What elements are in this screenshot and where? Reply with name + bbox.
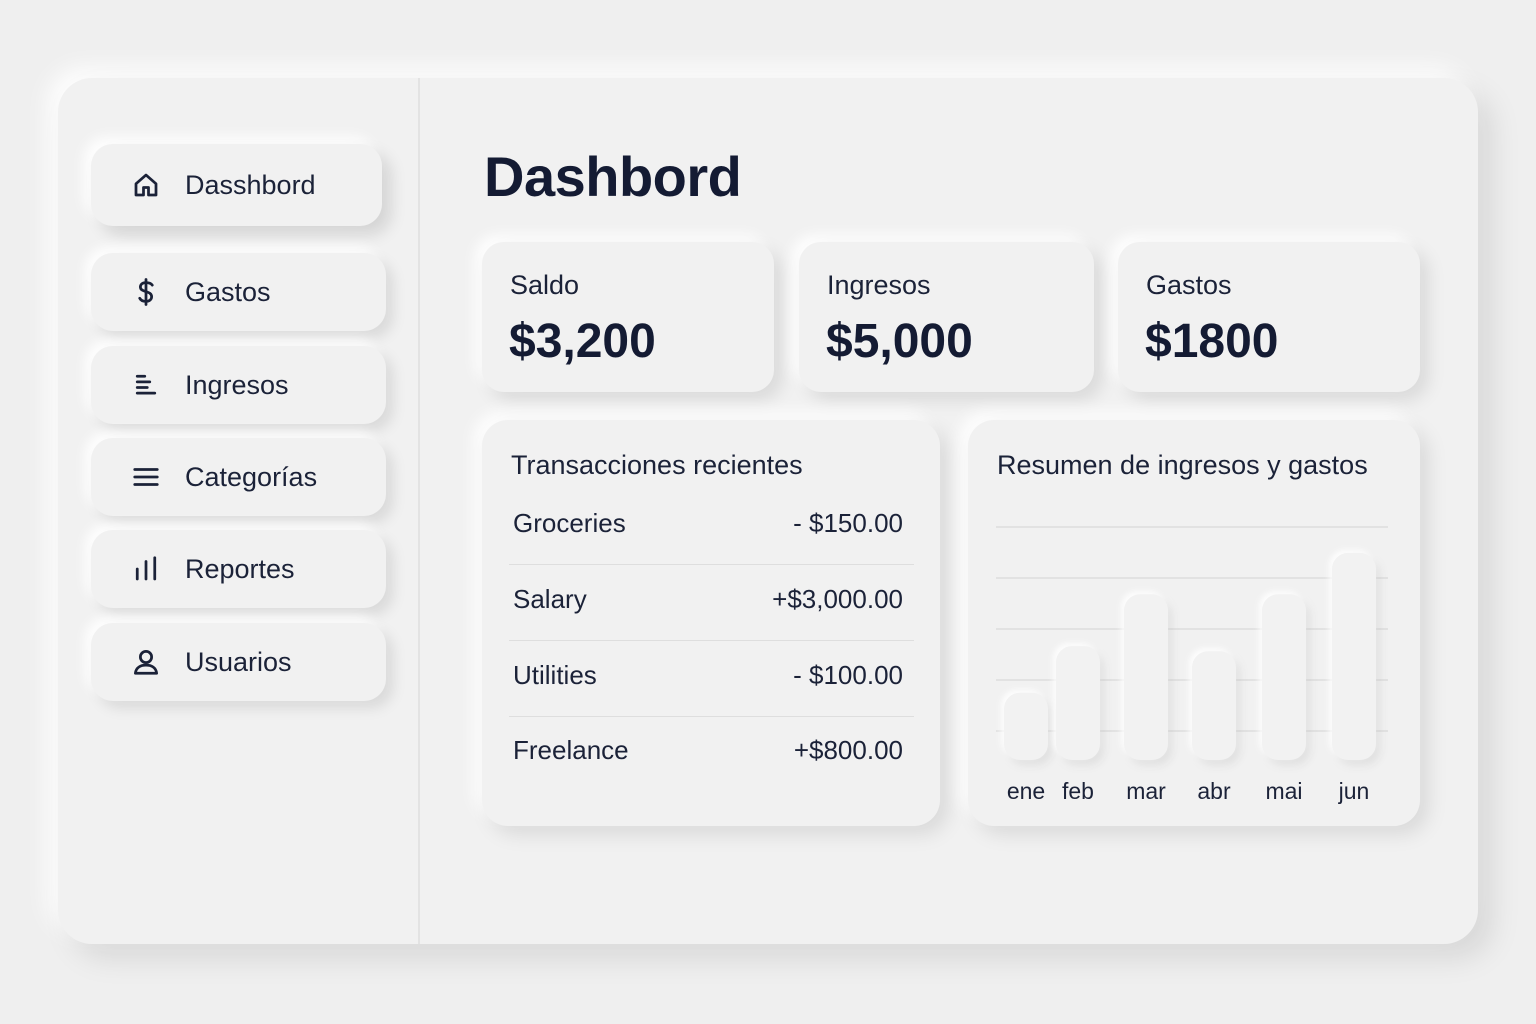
chart-tick-label: mar: [1126, 778, 1166, 804]
sidebar-item-label: Reportes: [185, 553, 295, 584]
chart-tick-label: jun: [1338, 778, 1370, 804]
transaction-row[interactable]: Utilities - $100.00: [509, 642, 914, 717]
sidebar-item-label: Gastos: [185, 276, 271, 307]
stat-card-ingresos: Ingresos $5,000: [799, 242, 1094, 392]
stat-value: $5,000: [826, 315, 973, 368]
chart-tick-label: ene: [1007, 778, 1045, 804]
stat-value: $1800: [1145, 315, 1279, 368]
sidebar-item-usuarios[interactable]: Usuarios: [91, 623, 386, 701]
chart-tick-label: mai: [1265, 778, 1302, 804]
chart-bar-feb: [1056, 646, 1100, 760]
sidebar-item-dashboard[interactable]: Dasshbord: [91, 144, 382, 226]
transactions-panel: Transacciones recientes Groceries - $150…: [482, 420, 940, 826]
transaction-row[interactable]: Freelance +$800.00: [509, 717, 914, 792]
chart-bar-ene: [1004, 692, 1048, 760]
sidebar-item-label: Categorías: [185, 461, 318, 492]
stat-card-gastos: Gastos $1800: [1118, 242, 1420, 392]
stat-card-saldo: Saldo $3,200: [482, 242, 774, 392]
user-icon: [129, 645, 163, 679]
chart-bar-jun: [1332, 552, 1376, 760]
sidebar-item-label: Ingresos: [185, 369, 289, 400]
stat-label: Saldo: [510, 270, 580, 300]
chart-tick-label: abr: [1197, 778, 1231, 804]
stat-value: $3,200: [509, 315, 656, 368]
sidebar-item-label: Dasshbord: [185, 169, 316, 200]
transaction-name: Utilities: [513, 660, 597, 690]
sidebar-item-gastos[interactable]: Gastos: [91, 253, 386, 331]
transaction-row[interactable]: Salary +$3,000.00: [509, 566, 914, 641]
transaction-amount: - $150.00: [793, 508, 903, 538]
transaction-amount: - $100.00: [793, 660, 903, 690]
chart-bar-mar: [1124, 594, 1168, 760]
transactions-title: Transacciones recientes: [511, 450, 803, 480]
transaction-name: Salary: [513, 584, 587, 614]
transaction-amount: +$800.00: [793, 735, 903, 765]
sidebar-item-label: Usuarios: [185, 646, 292, 677]
bar-chart-icon: [129, 552, 163, 586]
transaction-name: Freelance: [513, 735, 629, 765]
page-title: Dashbord: [484, 145, 742, 208]
transaction-row[interactable]: Groceries - $150.00: [509, 490, 914, 565]
menu-icon: [129, 460, 163, 494]
dollar-icon: [129, 275, 163, 309]
chart-panel: Resumen de ingresos y gastos ene feb mar ab…: [968, 420, 1420, 826]
sidebar: Dasshbord Gastos Ingresos Categorías Rep: [58, 78, 420, 944]
home-icon: [129, 168, 163, 202]
sidebar-item-ingresos[interactable]: Ingresos: [91, 346, 386, 424]
app-window: Dasshbord Gastos Ingresos Categorías Rep: [58, 78, 1478, 944]
chart-bar-mai: [1262, 594, 1306, 760]
sidebar-item-categorias[interactable]: Categorías: [91, 438, 386, 516]
transaction-name: Groceries: [513, 508, 626, 538]
stat-label: Gastos: [1146, 270, 1232, 300]
transaction-amount: +$3,000.00: [772, 584, 903, 614]
chart-tick-label: feb: [1062, 778, 1094, 804]
sidebar-item-reportes[interactable]: Reportes: [91, 530, 386, 608]
stat-label: Ingresos: [827, 270, 931, 300]
list-icon: [129, 368, 163, 402]
chart-bar-abr: [1192, 651, 1236, 760]
bar-chart: ene feb mar abr mai jun: [996, 526, 1388, 804]
